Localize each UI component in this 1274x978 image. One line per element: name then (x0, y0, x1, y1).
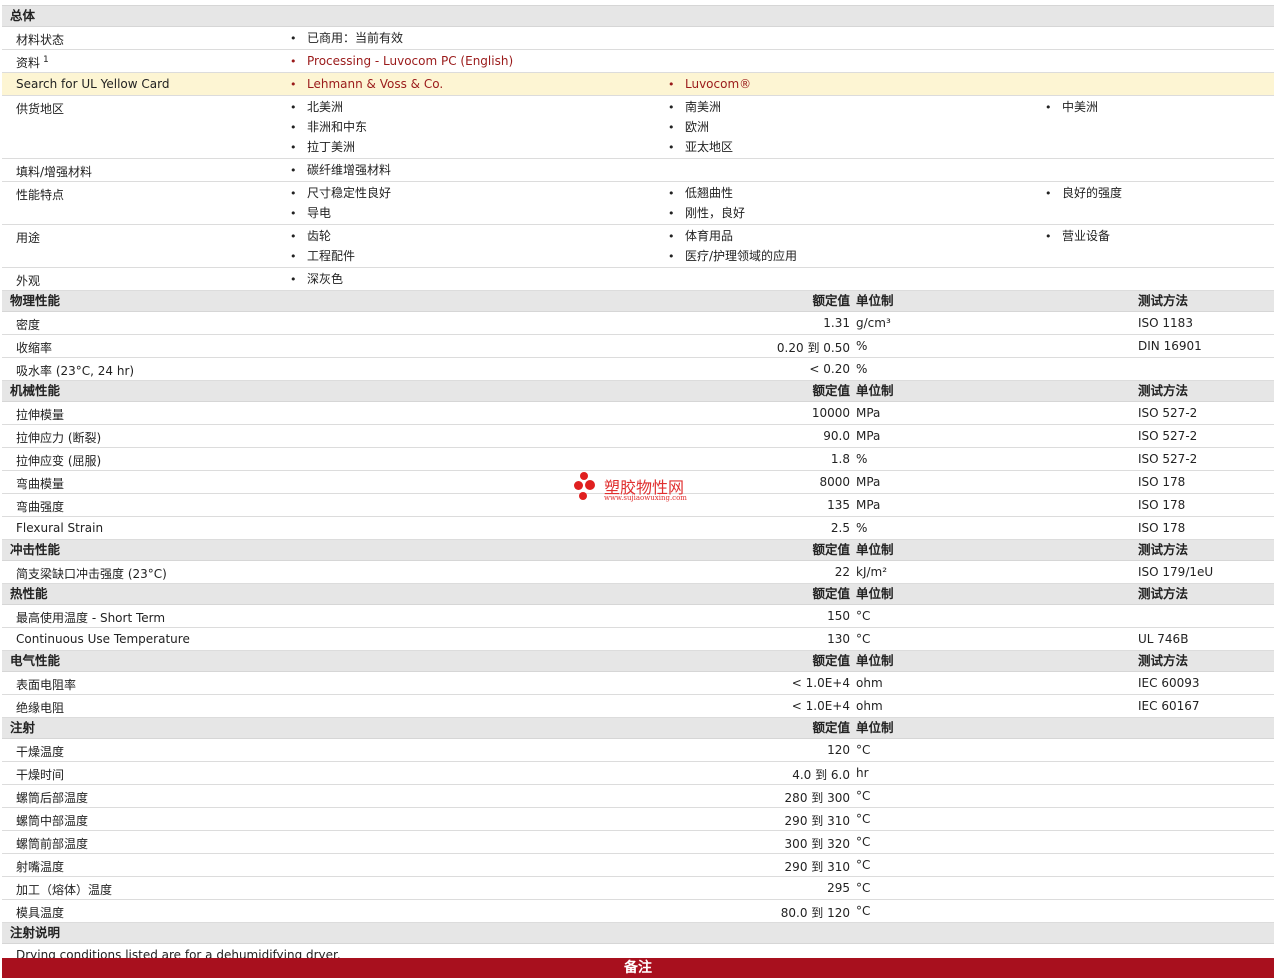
section-impact: 冲击性能 额定值 单位制 测试方法 (2, 540, 1274, 561)
row-info: 资料1 Processing - Luvocom PC (English) (2, 50, 1274, 73)
row-ul-yellow-card: Search for UL Yellow Card Lehmann & Voss… (2, 73, 1274, 96)
row-uses: 用途 齿轮 工程配件 体育用品 医疗/护理领域的应用 营业设备 (2, 225, 1274, 268)
section-injection: 注射 额定值 单位制 (2, 718, 1274, 739)
section-mechanical: 机械性能 额定值 单位制 测试方法 (2, 381, 1274, 402)
list-item: 深灰色 (290, 272, 343, 292)
table-row: 表面电阻率 < 1.0E+4 ohm IEC 60093 (2, 672, 1274, 695)
table-row: 拉伸应力 (断裂) 90.0 MPa ISO 527-2 (2, 425, 1274, 448)
section-thermal: 热性能 额定值 单位制 测试方法 (2, 584, 1274, 605)
table-row: Continuous Use Temperature 130 °C UL 746B (2, 628, 1274, 651)
table-row: 射嘴温度 290 到 310 °C (2, 854, 1274, 877)
table-row: 螺筒中部温度 290 到 310 °C (2, 808, 1274, 831)
logo-dots-icon (574, 472, 600, 502)
section-injection-notes: 注射说明 (2, 923, 1274, 944)
table-row: 加工（熔体）温度 295 °C (2, 877, 1274, 900)
table-row: 绝缘电阻 < 1.0E+4 ohm IEC 60167 (2, 695, 1274, 718)
table-row: 简支梁缺口冲击强度 (23°C) 22 kJ/m² ISO 179/1eU (2, 561, 1274, 584)
watermark-logo: 塑胶物性网 www.sujiaowuxing.com (574, 472, 714, 506)
row-features: 性能特点 尺寸稳定性良好 导电 低翘曲性 刚性，良好 良好的强度 (2, 182, 1274, 225)
table-row: 干燥温度 120 °C (2, 739, 1274, 762)
table-row: Flexural Strain 2.5% ISO 178 (2, 517, 1274, 540)
list-item: 齿轮 (290, 229, 355, 249)
table-row: 收缩率 0.20 到 0.50% DIN 16901 (2, 335, 1274, 358)
brand-link[interactable]: Luvocom® (668, 77, 751, 97)
list-item: 中美洲 (1045, 100, 1098, 120)
table-row: 拉伸应变 (屈服) 1.8% ISO 527-2 (2, 448, 1274, 471)
list-item: 拉丁美洲 (290, 140, 367, 160)
row-filler: 填料/增强材料 碳纤维增强材料 (2, 159, 1274, 182)
table-row: 拉伸模量 10000 MPa ISO 527-2 (2, 402, 1274, 425)
list-item: 导电 (290, 206, 391, 226)
processing-link[interactable]: Processing - Luvocom PC (English) (290, 54, 513, 74)
list-item: 尺寸稳定性良好 (290, 186, 391, 206)
table-row: 密度 1.31 g/cm³ ISO 1183 (2, 312, 1274, 335)
list-item: 体育用品 (668, 229, 797, 249)
remarks-bar[interactable]: 备注 (2, 958, 1274, 978)
table-row: 干燥时间 4.0 到 6.0 hr (2, 762, 1274, 785)
table-row: 最高使用温度 - Short Term 150 °C (2, 605, 1274, 628)
list-item: 工程配件 (290, 249, 355, 269)
list-item: 亚太地区 (668, 140, 733, 160)
table-row: 螺筒后部温度 280 到 300 °C (2, 785, 1274, 808)
row-supply-region: 供货地区 北美洲 非洲和中东 拉丁美洲 南美洲 欧洲 亚太地区 中美洲 (2, 96, 1274, 159)
list-item: 低翘曲性 (668, 186, 745, 206)
list-item: 欧洲 (668, 120, 733, 140)
table-row: 模具温度 80.0 到 120 °C (2, 900, 1274, 923)
list-item: 营业设备 (1045, 229, 1110, 249)
supplier-link[interactable]: Lehmann & Voss & Co. (290, 77, 443, 97)
row-material-status: 材料状态 已商用：当前有效 (2, 27, 1274, 50)
ul-search-label: Search for UL Yellow Card (16, 77, 170, 91)
list-item: 医疗/护理领域的应用 (668, 249, 797, 269)
list-item: 南美洲 (668, 100, 733, 120)
section-physical: 物理性能 额定值 单位制 测试方法 (2, 291, 1274, 312)
list-item: 良好的强度 (1045, 186, 1122, 206)
list-item: 已商用：当前有效 (290, 31, 403, 51)
section-electrical: 电气性能 额定值 单位制 测试方法 (2, 651, 1274, 672)
table-row: 吸水率 (23°C, 24 hr) < 0.20% (2, 358, 1274, 381)
list-item: 刚性，良好 (668, 206, 745, 226)
table-row: 螺筒前部温度 300 到 320 °C (2, 831, 1274, 854)
watermark-url: www.sujiaowuxing.com (604, 494, 687, 502)
row-appearance: 外观 深灰色 (2, 268, 1274, 291)
list-item: 碳纤维增强材料 (290, 163, 391, 183)
list-item: 北美洲 (290, 100, 367, 120)
list-item: 非洲和中东 (290, 120, 367, 140)
section-general: 总体 (2, 6, 1274, 27)
